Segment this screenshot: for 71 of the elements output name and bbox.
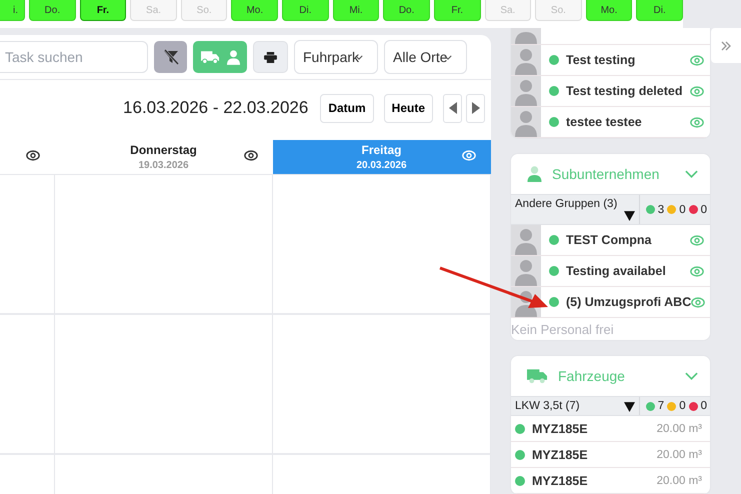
date-button[interactable]: Heute	[384, 94, 433, 122]
eye-icon[interactable]	[244, 150, 258, 161]
date-range: 16.03.2026 - 22.03.2026	[123, 98, 308, 118]
status-count: 3	[658, 204, 664, 216]
person-icon	[226, 50, 240, 64]
person-name[interactable]: (5) Umzugsprofi ABC	[566, 295, 692, 309]
day-chip[interactable]: Fr.	[80, 0, 126, 21]
day-chip[interactable]: Do.	[29, 0, 76, 21]
calendar-cell[interactable]	[273, 175, 491, 315]
day-chip[interactable]: Di.	[636, 0, 683, 21]
vehicle-volume: 20.00 m³	[656, 474, 702, 486]
day-chip[interactable]: Mi.	[332, 0, 380, 21]
calendar-cell[interactable]	[55, 175, 273, 315]
day-chip[interactable]: Do.	[383, 0, 430, 21]
truck-icon	[200, 50, 220, 64]
double-chevron-icon	[721, 40, 731, 50]
person-name[interactable]: Testing availabel	[566, 264, 690, 278]
status-count: 7	[658, 400, 664, 412]
status-count: 0	[679, 400, 686, 412]
vehicle-plate[interactable]: MYZ185E	[532, 474, 657, 488]
day-chip[interactable]: i.	[0, 0, 26, 21]
calendar-cell[interactable]	[273, 315, 491, 455]
vehicle-person-toggle[interactable]	[193, 41, 247, 73]
triangle-left-icon	[448, 102, 456, 114]
caret-icon[interactable]	[624, 210, 635, 221]
vehicle-volume: 20.00 m³	[656, 448, 702, 460]
filter-off-button[interactable]	[154, 41, 187, 73]
next-button[interactable]	[466, 94, 485, 122]
group-label[interactable]: LKW 3,5t (7)	[515, 400, 580, 412]
triangle-right-icon	[472, 102, 480, 114]
person-name[interactable]: Test testing	[566, 53, 690, 67]
day-chip[interactable]: Di.	[282, 0, 329, 21]
calendar-cell[interactable]	[55, 315, 273, 455]
person-name[interactable]: Test testing deleted	[566, 84, 690, 98]
expand-button[interactable]	[711, 28, 741, 63]
caret-icon[interactable]	[624, 401, 635, 412]
vehicle-plate[interactable]: MYZ185E	[532, 422, 657, 436]
person-name[interactable]: TEST Compna	[566, 233, 690, 247]
day-chip[interactable]: Mo.	[231, 0, 278, 21]
search-field[interactable]: Task suchen	[0, 41, 148, 73]
status-count: 0	[679, 204, 686, 216]
section-title: Subunternehmen	[552, 166, 660, 182]
vehicle-volume: 20.00 m³	[656, 422, 702, 434]
previous-button[interactable]	[443, 94, 462, 122]
filter-off-icon	[162, 49, 178, 65]
dropdown[interactable]: Fuhrpark	[294, 40, 378, 74]
day-name: Donnerstag	[130, 143, 197, 157]
dropdown[interactable]: Alle Orte	[384, 40, 466, 74]
group-label[interactable]: Andere Gruppen (3)	[515, 198, 635, 210]
print-button[interactable]	[253, 41, 288, 73]
chevron-down-icon[interactable]	[685, 372, 698, 380]
status-count: 0	[700, 204, 707, 216]
empty-note: Kein Personal frei	[511, 322, 614, 336]
vehicle-plate[interactable]: MYZ185E	[532, 448, 657, 462]
section-title: Fahrzeuge	[558, 368, 626, 384]
date-button[interactable]: Datum	[320, 94, 374, 122]
person-name[interactable]: testee testee	[566, 115, 690, 129]
day-chip[interactable]: Fr.	[434, 0, 481, 21]
printer-icon	[264, 52, 277, 62]
day-date: 20.03.2026	[356, 160, 407, 171]
day-date: 19.03.2026	[138, 160, 189, 171]
status-count: 0	[700, 400, 707, 412]
day-chip[interactable]: Mo.	[586, 0, 632, 21]
day-name: Freitag	[361, 143, 402, 157]
eye-icon[interactable]	[26, 150, 40, 161]
day-column-header[interactable]: Donnerstag 19.03.2026	[55, 140, 273, 174]
truck-icon	[527, 368, 548, 384]
calendar-cell[interactable]	[0, 175, 55, 315]
calendar-cell[interactable]	[0, 315, 55, 455]
chevron-down-icon[interactable]	[685, 170, 698, 178]
person-icon	[527, 166, 542, 182]
